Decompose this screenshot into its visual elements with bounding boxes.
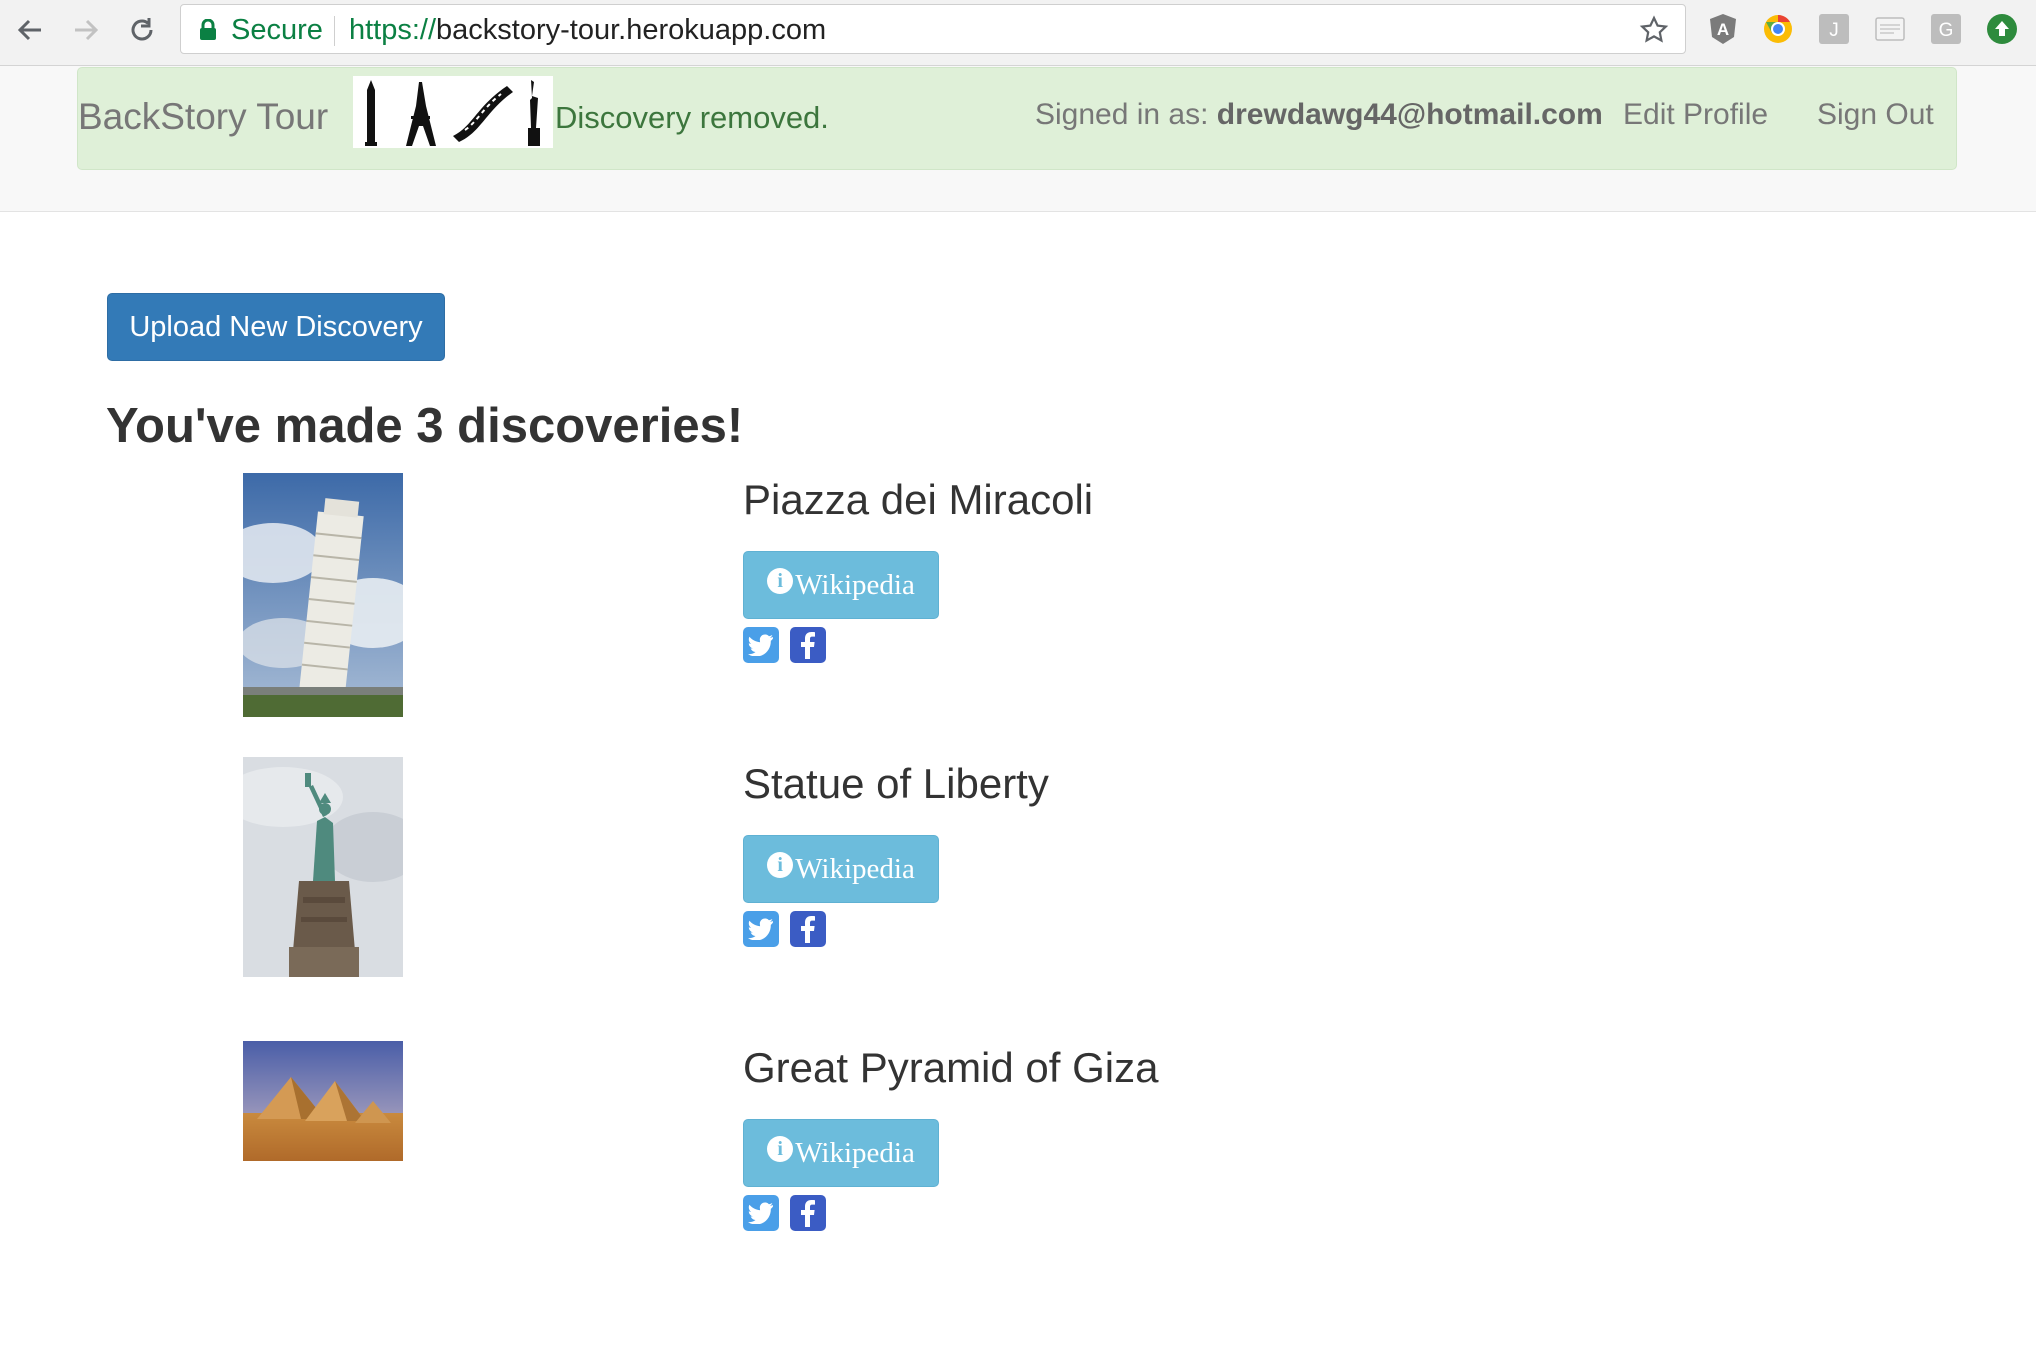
wikipedia-label: Wikipedia: [795, 1136, 915, 1169]
discovery-title: Statue of Liberty: [743, 760, 1049, 807]
flash-alert: BackStory Tour Discovery removed. Signed…: [77, 67, 1957, 170]
facebook-icon[interactable]: [790, 627, 826, 663]
back-arrow-icon[interactable]: [12, 12, 48, 48]
wikipedia-label: Wikipedia: [795, 568, 915, 601]
info-icon: i: [767, 1136, 794, 1162]
browser-toolbar: Secure https://backstory-tour.herokuapp.…: [0, 0, 2036, 66]
twitter-icon[interactable]: [743, 627, 779, 663]
wikipedia-button[interactable]: i Wikipedia: [743, 1119, 939, 1187]
reload-icon[interactable]: [124, 12, 160, 48]
reader-icon[interactable]: [1874, 13, 1906, 45]
forward-arrow-icon[interactable]: [68, 12, 104, 48]
brand-link[interactable]: BackStory Tour: [78, 96, 328, 138]
upload-new-discovery-button[interactable]: Upload New Discovery: [107, 293, 445, 361]
address-bar[interactable]: Secure https://backstory-tour.herokuapp.…: [180, 4, 1686, 54]
flash-message: Discovery removed.: [555, 100, 829, 135]
brand-logo: [353, 76, 553, 148]
url-scheme: https://: [349, 14, 437, 46]
lock-icon: [199, 18, 217, 46]
svg-text:J: J: [1829, 20, 1839, 41]
signed-in-text: Signed in as: drewdawg44@hotmail.com: [1035, 98, 1603, 132]
svg-text:A: A: [1717, 20, 1729, 39]
wikipedia-label: Wikipedia: [795, 852, 915, 885]
info-icon: i: [767, 568, 794, 594]
bookmark-star-icon[interactable]: [1639, 15, 1669, 50]
discovery-image-liberty[interactable]: [243, 757, 403, 977]
chrome-color-icon[interactable]: [1762, 13, 1794, 45]
sign-out-link[interactable]: Sign Out: [1817, 98, 1934, 132]
twitter-icon[interactable]: [743, 1195, 779, 1231]
signed-in-prefix: Signed in as:: [1035, 98, 1217, 131]
edit-profile-link[interactable]: Edit Profile: [1623, 98, 1768, 132]
url-text[interactable]: https://backstory-tour.herokuapp.com: [349, 14, 826, 47]
upload-icon[interactable]: [1986, 13, 2018, 45]
info-icon: i: [767, 852, 794, 878]
svg-text:G: G: [1939, 20, 1954, 41]
url-host: backstory-tour.herokuapp.com: [436, 14, 827, 46]
page-title: You've made 3 discoveries!: [106, 399, 744, 453]
discovery-image-pyramids[interactable]: [243, 1041, 403, 1161]
wikipedia-button[interactable]: i Wikipedia: [743, 835, 939, 903]
j-extension-icon[interactable]: J: [1818, 13, 1850, 45]
signed-in-email: drewdawg44@hotmail.com: [1216, 98, 1603, 131]
discovery-title: Great Pyramid of Giza: [743, 1044, 1159, 1091]
facebook-icon[interactable]: [790, 1195, 826, 1231]
wikipedia-button[interactable]: i Wikipedia: [743, 551, 939, 619]
facebook-icon[interactable]: [790, 911, 826, 947]
twitter-icon[interactable]: [743, 911, 779, 947]
omnibox-divider: [334, 16, 335, 46]
discovery-image-pisa[interactable]: [243, 473, 403, 717]
angular-icon[interactable]: A: [1707, 13, 1739, 45]
discovery-title: Piazza dei Miracoli: [743, 476, 1094, 523]
g-extension-icon[interactable]: G: [1930, 13, 1962, 45]
secure-label: Secure: [231, 14, 323, 46]
